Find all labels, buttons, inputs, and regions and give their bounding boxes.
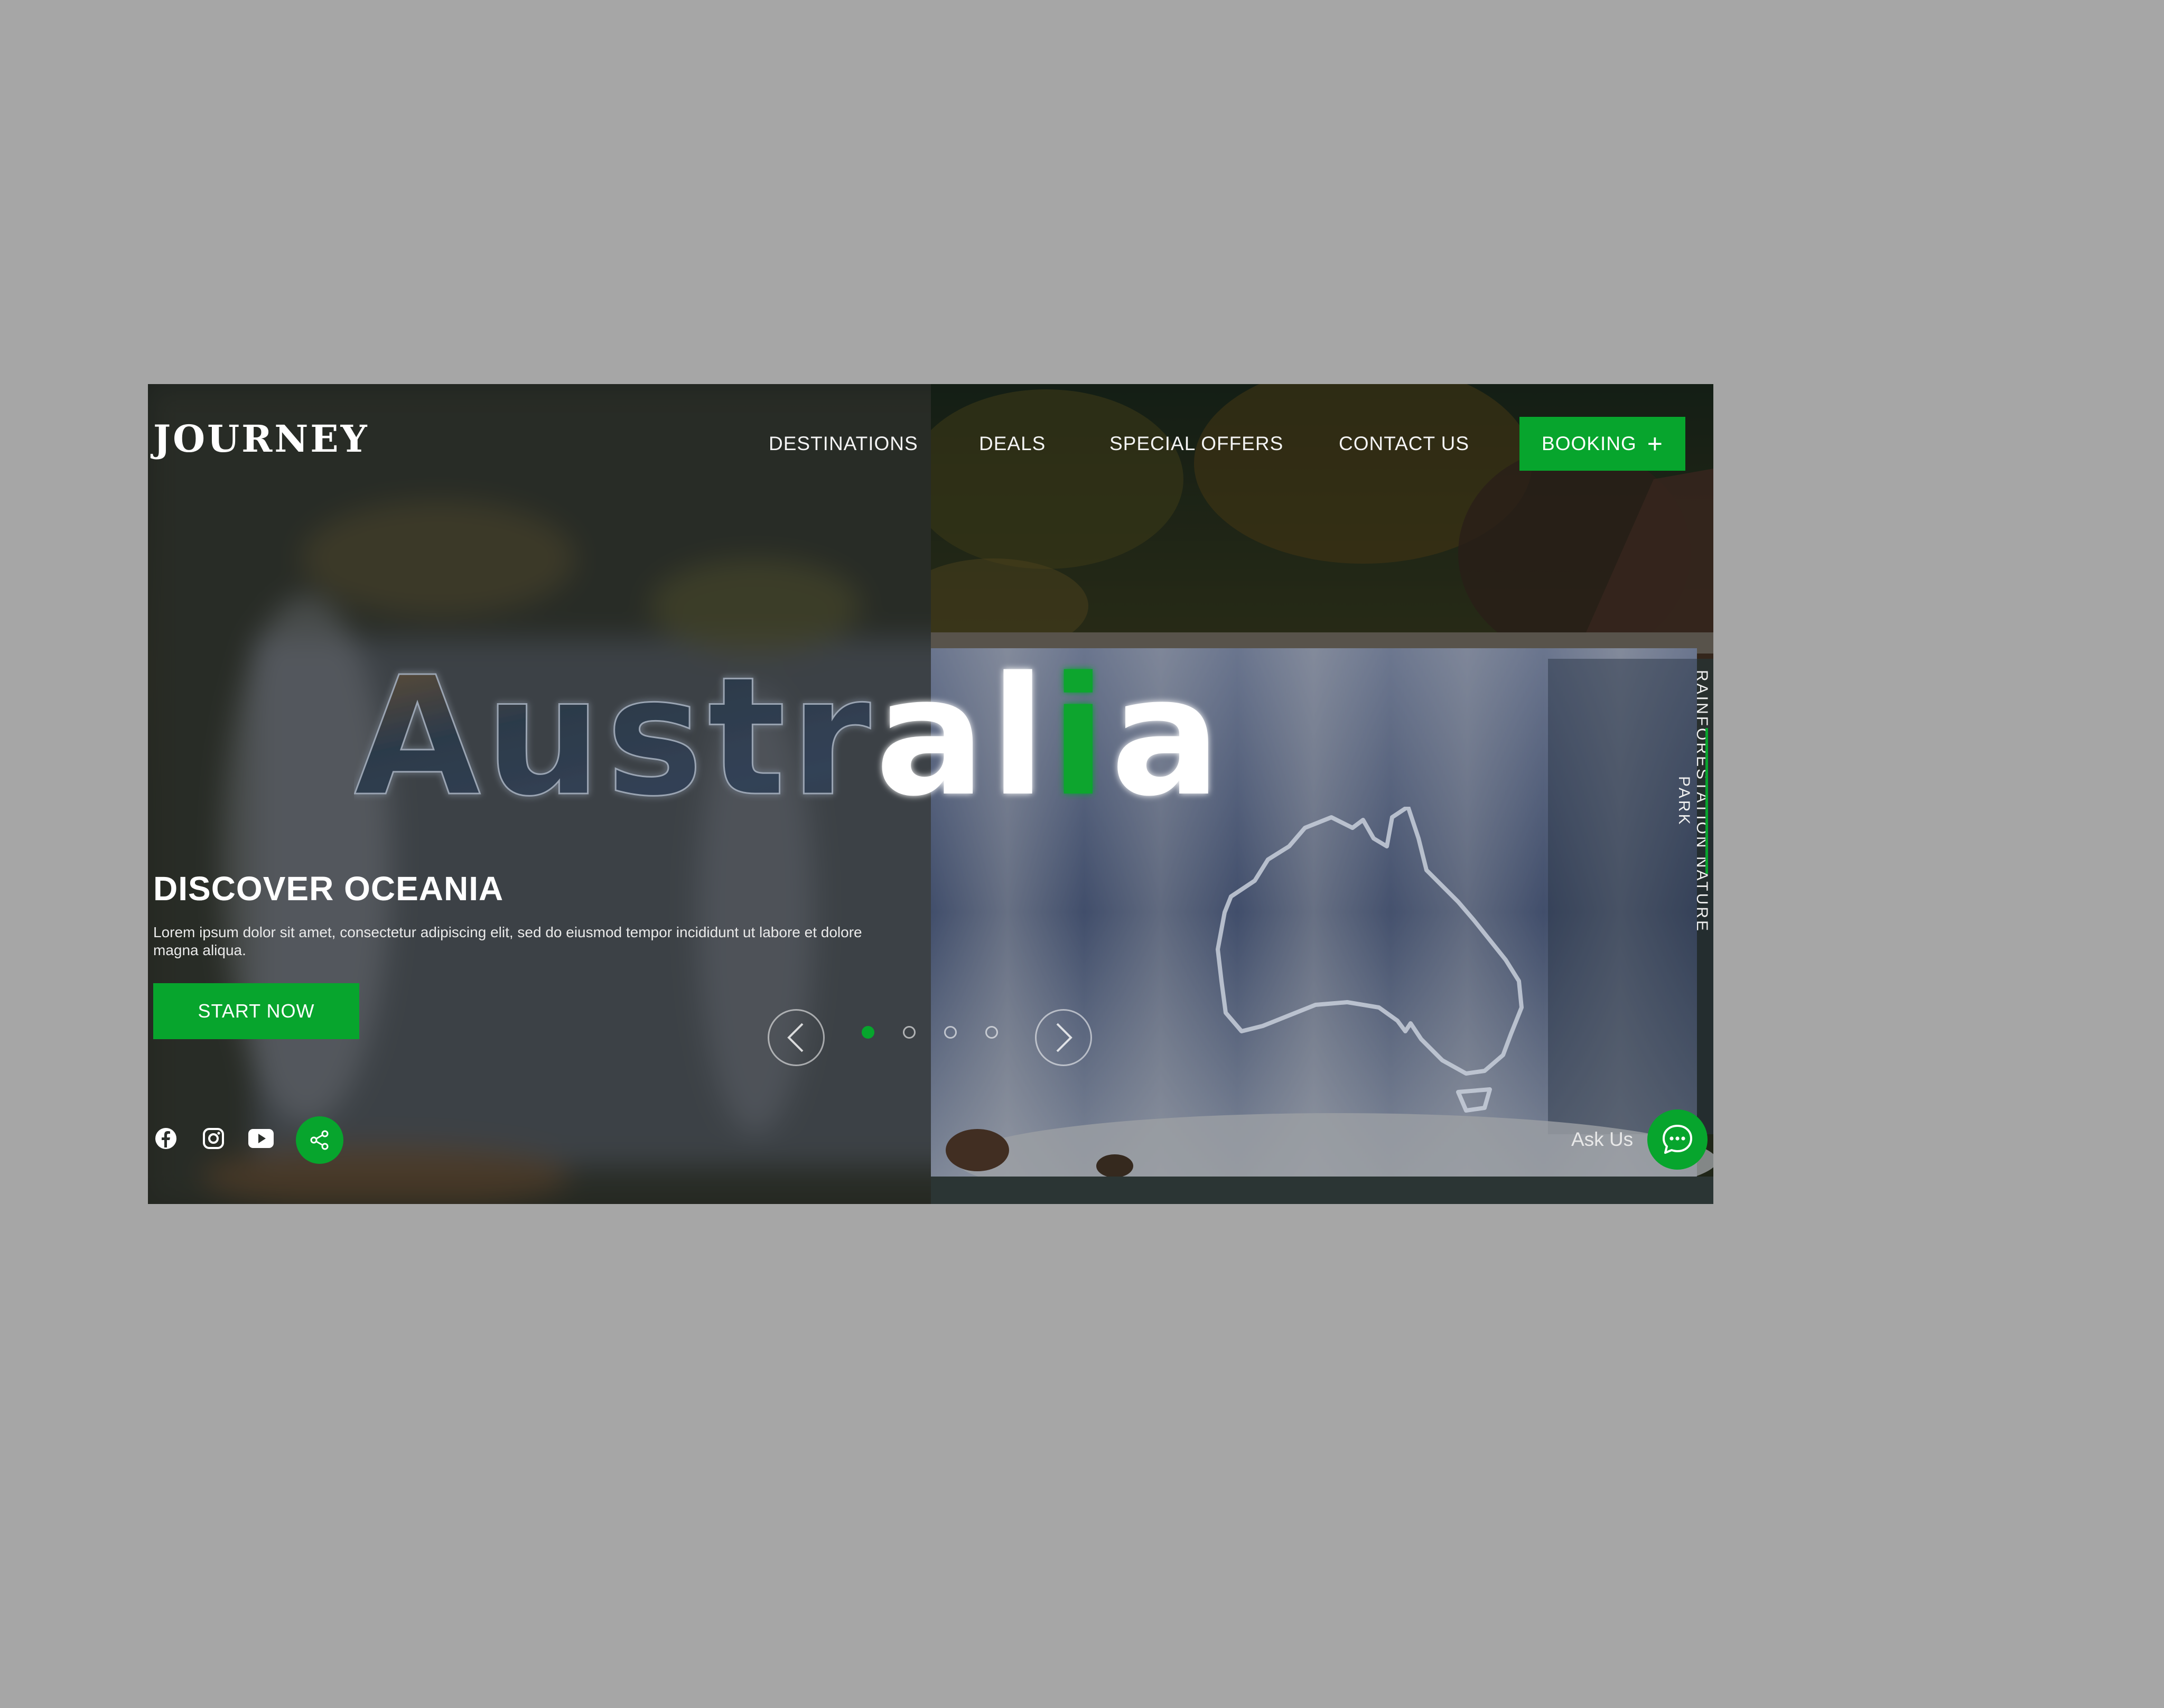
chevron-left-icon (787, 1023, 804, 1052)
hero-word-white-end: a (1111, 654, 1225, 812)
australia-map-outline (1216, 807, 1524, 1113)
carousel-dot-2[interactable] (903, 1026, 916, 1039)
brand-logo[interactable]: JOURNEY (153, 417, 369, 461)
nav-deals[interactable]: DEALS (979, 433, 1046, 455)
hero-word-accent-letter: i (1050, 654, 1111, 812)
hero-heading: DISCOVER OCEANIA (153, 870, 504, 908)
hero-big-word: Australia (354, 654, 1225, 812)
carousel-dot-1[interactable] (862, 1026, 874, 1039)
start-now-button[interactable]: START NOW (153, 983, 359, 1039)
booking-label: BOOKING (1542, 433, 1637, 454)
share-icon (310, 1130, 329, 1150)
nav-special-offers[interactable]: SPECIAL OFFERS (1109, 433, 1283, 455)
nav-destinations[interactable]: DESTINATIONS (769, 433, 918, 455)
hero-word-white-part: al (875, 654, 1050, 812)
instagram-icon[interactable] (201, 1126, 226, 1151)
hero-word-image-part: Austr (354, 654, 875, 812)
plus-icon: + (1647, 429, 1663, 459)
carousel-dot-3[interactable] (944, 1026, 957, 1039)
hero-section: JOURNEY DESTINATIONS DEALS SPECIAL OFFER… (148, 384, 1713, 1204)
chevron-right-icon (1056, 1023, 1072, 1052)
carousel-dot-4[interactable] (985, 1026, 998, 1039)
ask-us-label[interactable]: Ask Us (1571, 1128, 1633, 1151)
side-caption-indicator (1705, 728, 1708, 874)
share-button[interactable] (296, 1116, 343, 1164)
chat-icon (1663, 1125, 1692, 1154)
youtube-icon[interactable] (248, 1126, 274, 1151)
svg-text:Australia: Australia (354, 654, 1225, 812)
facebook-icon[interactable] (153, 1126, 179, 1151)
carousel-prev-button[interactable] (768, 1009, 825, 1066)
chat-button[interactable] (1647, 1109, 1708, 1170)
booking-button[interactable]: BOOKING + (1519, 417, 1685, 471)
nav-contact-us[interactable]: CONTACT US (1339, 433, 1469, 455)
carousel-next-button[interactable] (1035, 1009, 1092, 1066)
hero-description: Lorem ipsum dolor sit amet, consectetur … (153, 924, 862, 958)
